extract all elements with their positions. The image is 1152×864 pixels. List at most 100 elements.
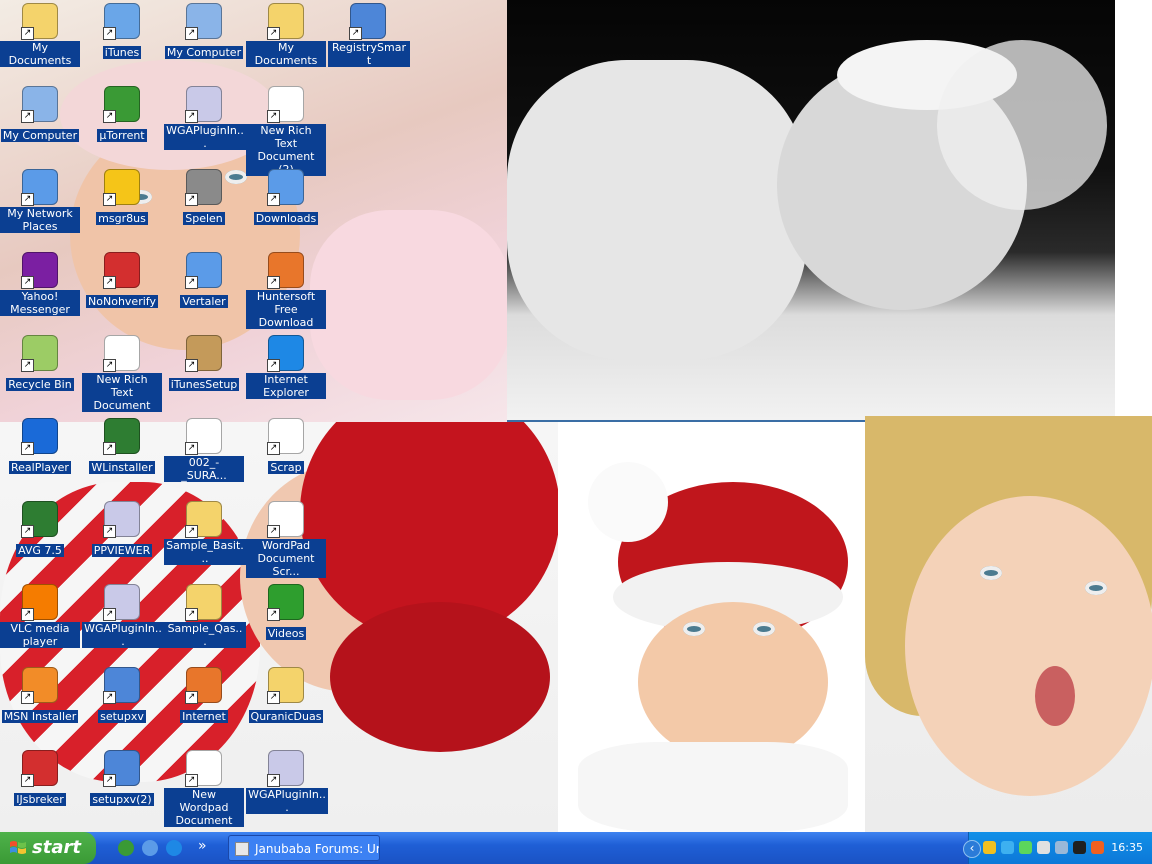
wallpaper-baby-santa-hat: [558, 422, 865, 832]
desktop-icon[interactable]: ↗ Internet: [164, 667, 244, 724]
desktop-icon[interactable]: ↗ WGAPluginIn...: [164, 86, 246, 151]
avg-tray-icon[interactable]: [1073, 841, 1086, 854]
zip-folder-icon: ↗: [267, 667, 304, 704]
windows-logo-icon: ↗: [103, 418, 140, 455]
taskbar: start » Janubaba Forums: Ur... ‹ 16:35: [0, 832, 1152, 864]
desktop-icon-label: My Network Places: [0, 207, 80, 233]
desktop-icon[interactable]: ↗ My Network Places: [0, 169, 80, 234]
shortcut-arrow-icon: ↗: [267, 525, 280, 538]
shortcut-arrow-icon: ↗: [103, 193, 116, 206]
desktop-icon[interactable]: ↗ Recycle Bin: [0, 335, 80, 392]
msn-tray-icon[interactable]: [1037, 841, 1050, 854]
tray-expand-button[interactable]: ‹: [963, 840, 981, 858]
browser-window-icon: [235, 842, 249, 856]
shortcut-arrow-icon: ↗: [21, 27, 34, 40]
desktop-icon[interactable]: ↗ Videos: [246, 584, 326, 641]
internet-explorer-icon: ↗: [267, 335, 304, 372]
desktop-icon-label: WLinstaller: [89, 461, 155, 474]
installer-icon: ↗: [185, 86, 222, 123]
desktop-icon[interactable]: ↗ setupxv(2): [82, 750, 162, 807]
quick-launch-overflow-button[interactable]: »: [198, 832, 207, 860]
desktop-icon[interactable]: ↗ Spelen: [164, 169, 244, 226]
desktop-icon[interactable]: ↗ My Computer: [0, 86, 80, 143]
desktop-icon[interactable]: ↗ setupxv: [82, 667, 162, 724]
desktop-icon[interactable]: ↗ Yahoo! Messenger: [0, 252, 80, 317]
desktop-icon[interactable]: ↗ WordPad Document Scr...: [246, 501, 326, 579]
desktop-icon-label: My Computer: [0, 129, 80, 142]
desktop-icon[interactable]: ↗ IJsbreker: [0, 750, 80, 807]
shortcut-arrow-icon: ↗: [103, 774, 116, 787]
start-button[interactable]: start: [0, 832, 96, 864]
desktop-icon-label: Sample_Basit...: [164, 539, 246, 565]
desktop-icon[interactable]: ↗ AVG 7.5: [0, 501, 80, 558]
network-quicklaunch-icon[interactable]: [142, 840, 158, 856]
start-label: start: [32, 837, 81, 858]
itunes-setup-icon: ↗: [185, 335, 222, 372]
network-tray-icon[interactable]: [1055, 841, 1068, 854]
desktop-icon[interactable]: ↗ 002_-_SURA...: [164, 418, 244, 483]
star-tray-icon[interactable]: [1001, 841, 1014, 854]
shortcut-arrow-icon: ↗: [21, 691, 34, 704]
messenger-tray-icon[interactable]: [1019, 841, 1032, 854]
shortcut-arrow-icon: ↗: [267, 359, 280, 372]
desktop-icon[interactable]: ↗ RealPlayer: [0, 418, 80, 475]
shortcut-arrow-icon: ↗: [21, 608, 34, 621]
desktop-icon[interactable]: ↗ Sample_Basit...: [164, 501, 246, 566]
desktop-icon[interactable]: ↗ Sample_Qas...: [164, 584, 246, 649]
desktop-icon[interactable]: ↗ msgr8us: [82, 169, 162, 226]
security-shield-icon[interactable]: [983, 841, 996, 854]
zip-folder-icon: ↗: [185, 501, 222, 538]
yahoo-messenger-icon: ↗: [21, 252, 58, 289]
desktop-icon[interactable]: ↗ VLC media player: [0, 584, 80, 649]
desktop-icon[interactable]: ↗ WGAPluginIn...: [82, 584, 164, 649]
computer-icon: ↗: [21, 86, 58, 123]
desktop-icon-label: msgr8us: [96, 212, 148, 225]
taskbar-window-button[interactable]: Janubaba Forums: Ur...: [228, 835, 380, 861]
desktop-icon[interactable]: ↗ µTorrent: [82, 86, 162, 143]
desktop-icon[interactable]: ↗ QuranicDuas: [246, 667, 326, 724]
shortcut-arrow-icon: ↗: [185, 359, 198, 372]
key-icon: ↗: [103, 750, 140, 787]
desktop-icon[interactable]: ↗New Rich Text Document (2): [246, 86, 326, 177]
desktop-icon[interactable]: ↗ WLinstaller: [82, 418, 162, 475]
shortcut-arrow-icon: ↗: [21, 110, 34, 123]
installer-icon: ↗: [267, 750, 304, 787]
shortcut-arrow-icon: ↗: [267, 442, 280, 455]
desktop-icon[interactable]: ↗ MSN Installer: [0, 667, 80, 724]
desktop-icon-label: New Rich Text Document: [82, 373, 162, 412]
desktop-icon[interactable]: ↗ New Wordpad Document: [164, 750, 244, 828]
folder-documents-icon: ↗: [21, 3, 58, 40]
desktop-icon[interactable]: ↗ WGAPluginIn...: [246, 750, 328, 815]
internet-explorer-quicklaunch-icon[interactable]: [166, 840, 182, 856]
desktop-icon[interactable]: ↗ PPVIEWER: [82, 501, 162, 558]
shortcut-arrow-icon: ↗: [21, 193, 34, 206]
desktop-icon[interactable]: ↗ My Documents: [246, 3, 326, 68]
desktop-icon[interactable]: ↗ iTunesSetup: [164, 335, 244, 392]
shortcut-arrow-icon: ↗: [103, 110, 116, 123]
desktop-icon[interactable]: ↗ My Computer: [164, 3, 244, 60]
shortcut-arrow-icon: ↗: [103, 359, 116, 372]
windows-flag-icon: [10, 841, 26, 854]
desktop-icon[interactable]: ↗ RegistrySmart: [328, 3, 410, 68]
shortcut-arrow-icon: ↗: [267, 691, 280, 704]
shortcut-arrow-icon: ↗: [185, 774, 198, 787]
desktop-icon[interactable]: ↗ iTunes: [82, 3, 162, 60]
desktop-icon[interactable]: ↗ New Rich Text Document: [82, 335, 162, 413]
desktop-icon[interactable]: ↗ Huntersoft Free Download: [246, 252, 326, 330]
utorrent-quicklaunch-icon[interactable]: [118, 840, 134, 856]
desktop-icon-label: WGAPluginIn...: [82, 622, 164, 648]
desktop-icon-label: Huntersoft Free Download: [246, 290, 326, 329]
desktop-icon-label: iTunesSetup: [168, 378, 240, 391]
desktop-icon-label: iTunes: [102, 46, 142, 59]
desktop-icon[interactable]: ↗ Scrap: [246, 418, 326, 475]
desktop-icon[interactable]: ↗ Internet Explorer: [246, 335, 326, 400]
desktop-icon[interactable]: ↗ Downloads: [246, 169, 326, 226]
installer-icon: ↗: [103, 501, 140, 538]
desktop-icon[interactable]: ↗ My Documents: [0, 3, 80, 68]
wallpaper-white-strip: [1115, 0, 1152, 420]
desktop-icon-label: Internet: [180, 710, 228, 723]
desktop-icon[interactable]: ↗ NoNohverify: [82, 252, 162, 309]
flame-tray-icon[interactable]: [1091, 841, 1104, 854]
desktop-icon[interactable]: ↗ Vertaler: [164, 252, 244, 309]
shortcut-arrow-icon: ↗: [267, 110, 280, 123]
